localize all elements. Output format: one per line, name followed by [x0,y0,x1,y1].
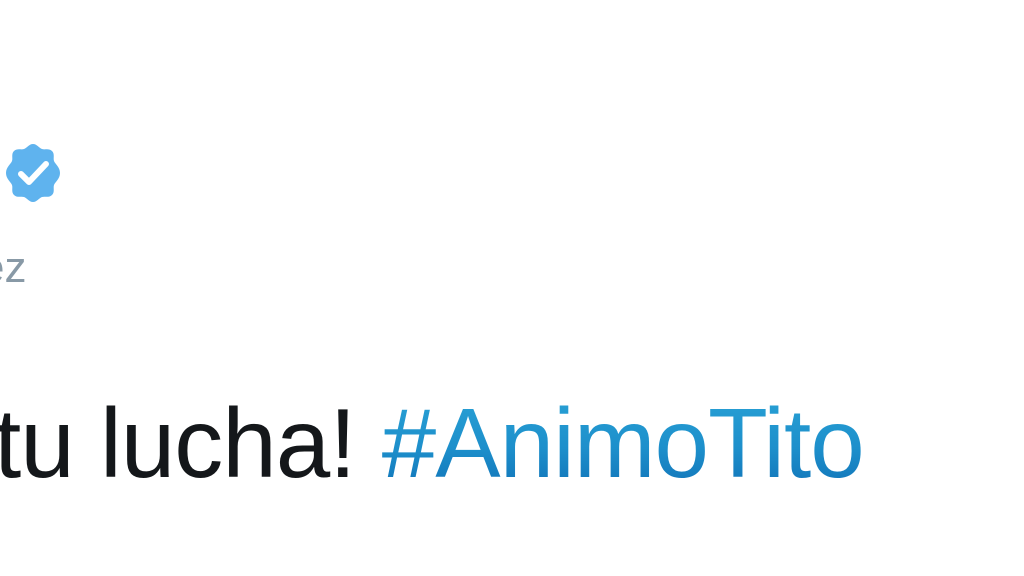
hashtag-link[interactable]: #AnimoTito [382,388,865,498]
author-handle[interactable]: ez [0,242,26,294]
tweet-text-body: tu lucha! [0,388,382,498]
tweet-card: ez tu lucha! #AnimoTito [0,0,1024,576]
verified-badge-icon [0,140,66,206]
tweet-text: tu lucha! #AnimoTito [0,388,865,498]
